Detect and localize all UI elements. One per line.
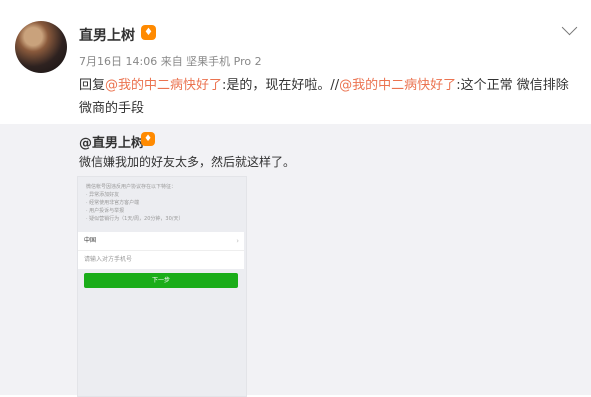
avatar[interactable] <box>15 21 67 73</box>
chevron-down-icon[interactable] <box>561 19 578 36</box>
image-phone-field: 请输入对方手机号 <box>78 250 244 269</box>
image-next-button: 下一步 <box>84 273 238 288</box>
image-country-field: 中国 › <box>78 232 244 250</box>
vip-badge-icon: ♦ <box>141 132 155 146</box>
repost-text: 微信嫌我加的好友太多，然后就这样了。 <box>79 155 296 169</box>
vip-badge-icon: ♦ <box>141 25 156 40</box>
image-notice-text: 微信帐号因违反用户协议存在以下特征： · 异常添加好友 · 经常使用非官方客户端… <box>86 184 184 222</box>
post-author-name[interactable]: 直男上树 <box>79 25 135 45</box>
post-text: 回复@我的中二病快好了:是的，现在好啦。//@我的中二病快好了:这个正常 微信排… <box>79 74 579 120</box>
post-meta: 7月16日 14:06 来自 坚果手机 Pro 2 <box>79 55 262 68</box>
repost-author-name[interactable]: @直男上树 <box>79 132 144 151</box>
chevron-right-icon: › <box>236 237 239 245</box>
mention-link[interactable]: @我的中二病快好了 <box>339 78 456 93</box>
mention-link[interactable]: @我的中二病快好了 <box>105 78 222 93</box>
repost-image[interactable]: 微信帐号因违反用户协议存在以下特征： · 异常添加好友 · 经常使用非官方客户端… <box>77 176 247 397</box>
reply-label: 回复 <box>79 78 106 93</box>
post-text-part: :是的，现在好啦。// <box>222 78 340 93</box>
